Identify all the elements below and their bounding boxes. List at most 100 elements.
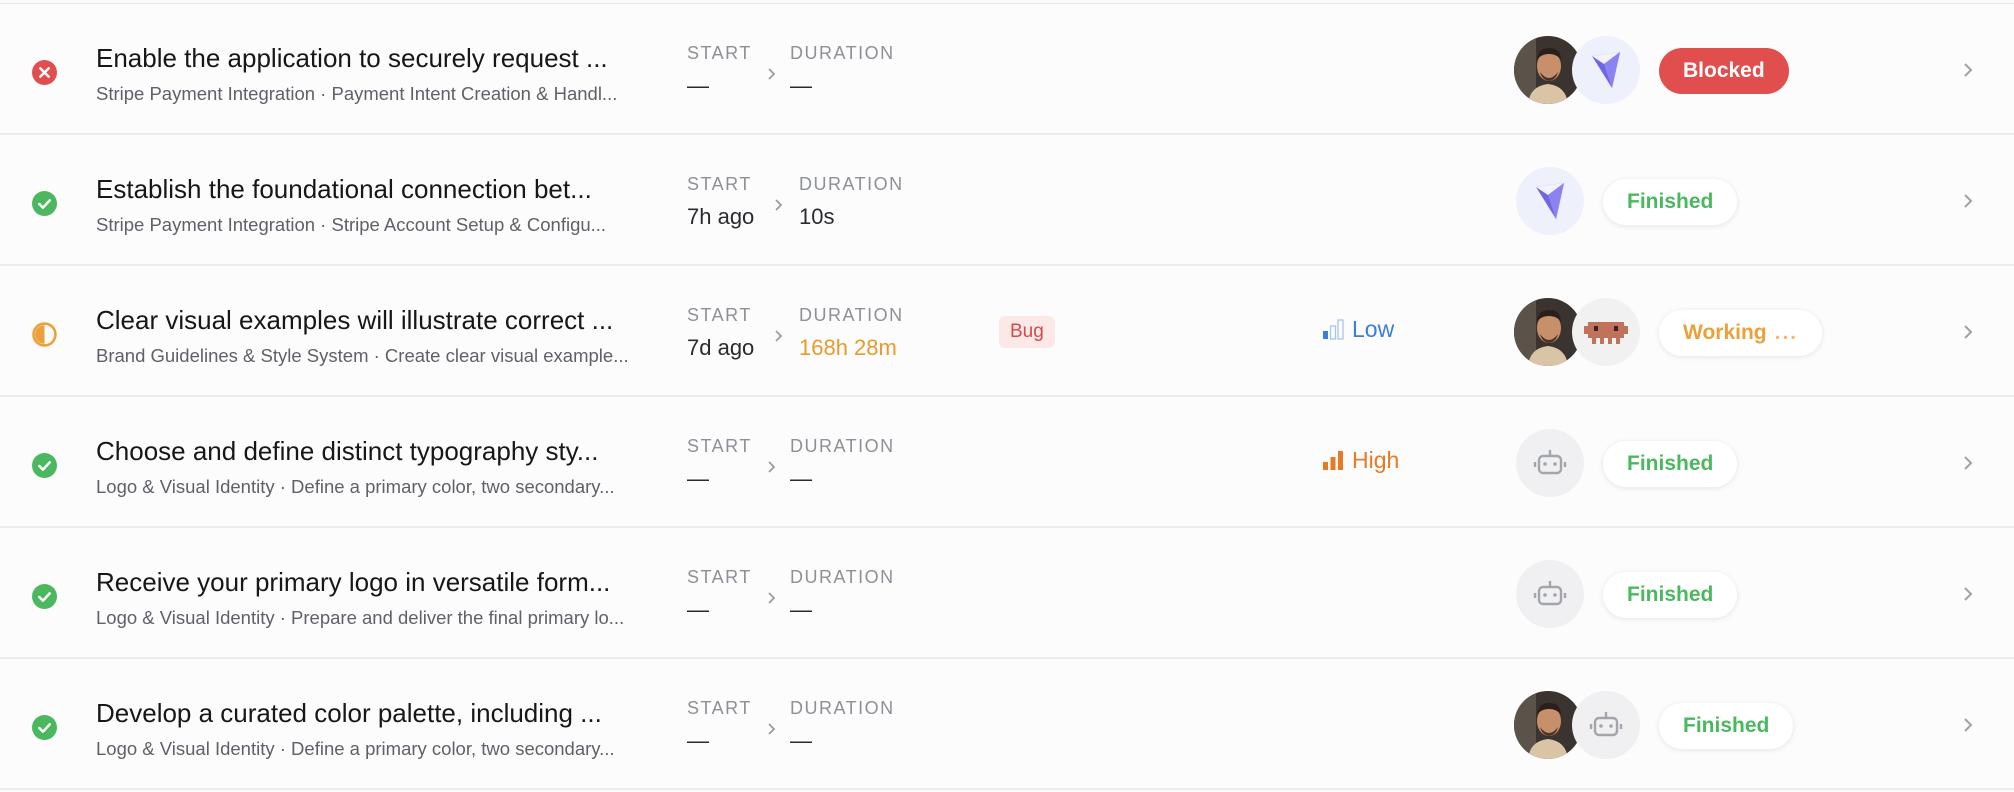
robot-icon[interactable] (1516, 560, 1584, 628)
bug-tag[interactable]: Bug (999, 316, 1055, 348)
task-subtitle: Logo & Visual Identity · Define a primar… (96, 738, 615, 759)
task-subtitle: Logo & Visual Identity · Prepare and del… (96, 607, 625, 628)
task-title[interactable]: Choose and define distinct typography st… (96, 435, 636, 467)
chevron-right-icon (768, 68, 776, 80)
error-x-icon (32, 60, 57, 85)
duration-field: DURATION — (790, 697, 895, 756)
duration-field: DURATION — (790, 42, 895, 101)
duration-value: — (790, 73, 812, 98)
status-badge-label: Working (1683, 321, 1767, 344)
start-label: START (687, 567, 752, 587)
chevron-right-icon[interactable] (1960, 452, 1976, 474)
start-field: START — (687, 697, 752, 756)
duration-label: DURATION (790, 698, 895, 718)
duration-value: — (790, 597, 812, 622)
priority-bars-high-icon (1323, 451, 1343, 470)
status-badge-label: Finished (1683, 714, 1770, 737)
robot-icon[interactable] (1572, 691, 1640, 759)
start-value: — (687, 73, 709, 98)
pixel-robot-icon[interactable] (1572, 298, 1640, 366)
status-badge-label: Finished (1627, 583, 1714, 606)
check-circle-icon (32, 715, 57, 740)
status-badge[interactable]: Finished (1603, 179, 1738, 225)
chevron-right-icon (775, 330, 783, 342)
start-field: START — (687, 435, 752, 494)
duration-value: 10s (799, 204, 835, 229)
robot-icon[interactable] (1516, 429, 1584, 497)
chevron-right-icon (768, 723, 776, 735)
start-label: START (687, 436, 752, 456)
start-label: START (687, 698, 752, 718)
priority-label: High (1352, 447, 1400, 473)
robot-glyph (1533, 581, 1567, 606)
cube-agent-glyph (1592, 52, 1620, 88)
duration-label: DURATION (790, 43, 895, 63)
chevron-right-icon[interactable] (1960, 583, 1976, 605)
duration-field: DURATION 168h 28m (799, 304, 904, 363)
check-circle-icon (32, 453, 57, 478)
task-row[interactable]: Develop a curated color palette, includi… (0, 659, 2014, 790)
priority-indicator[interactable]: High (1322, 446, 1399, 474)
task-subtitle: Logo & Visual Identity · Define a primar… (96, 476, 615, 497)
start-value: — (687, 597, 709, 622)
duration-value: — (790, 466, 812, 491)
cube-agent-icon[interactable] (1572, 36, 1640, 104)
robot-glyph (1589, 712, 1623, 737)
status-badge[interactable]: Working ... (1659, 310, 1823, 356)
start-field: START 7d ago (687, 304, 754, 363)
status-badge[interactable]: Finished (1659, 703, 1794, 749)
chevron-right-icon[interactable] (1960, 714, 1976, 736)
duration-value: — (790, 728, 812, 753)
status-badge[interactable]: Finished (1603, 572, 1738, 618)
task-list: Enable the application to securely reque… (0, 0, 2014, 790)
duration-label: DURATION (799, 305, 904, 325)
task-subtitle: Stripe Payment Integration · Payment Int… (96, 83, 618, 104)
priority-indicator[interactable]: Low (1322, 315, 1394, 343)
status-badge[interactable]: Finished (1603, 441, 1738, 487)
task-title[interactable]: Clear visual examples will illustrate co… (96, 304, 636, 336)
start-field: START — (687, 566, 752, 625)
task-row[interactable]: Enable the application to securely reque… (0, 4, 2014, 135)
chevron-right-icon (768, 461, 776, 473)
check-circle-icon (32, 584, 57, 609)
start-label: START (687, 305, 752, 325)
task-title[interactable]: Develop a curated color palette, includi… (96, 697, 636, 729)
task-title[interactable]: Establish the foundational connection be… (96, 173, 636, 205)
status-badge-label: Finished (1627, 190, 1714, 213)
working-dots: ... (1774, 321, 1799, 344)
start-value: 7h ago (687, 204, 755, 229)
start-label: START (687, 43, 752, 63)
chevron-right-icon[interactable] (1960, 59, 1976, 81)
start-value: — (687, 728, 709, 753)
task-subtitle: Stripe Payment Integration · Stripe Acco… (96, 214, 607, 235)
status-badge-label: Finished (1627, 452, 1714, 475)
duration-field: DURATION 10s (799, 173, 904, 232)
chevron-right-icon (768, 592, 776, 604)
pixel-robot-glyph (1584, 322, 1628, 344)
chevron-right-icon[interactable] (1960, 321, 1976, 343)
start-value: — (687, 466, 709, 491)
task-row[interactable]: Establish the foundational connection be… (0, 135, 2014, 266)
priority-bars-low-icon (1323, 319, 1344, 340)
priority-label: Low (1352, 316, 1395, 342)
status-badge[interactable]: Blocked (1659, 48, 1789, 94)
chevron-right-icon[interactable] (1960, 190, 1976, 212)
duration-label: DURATION (790, 436, 895, 456)
task-row[interactable]: Clear visual examples will illustrate co… (0, 266, 2014, 397)
task-row[interactable]: Receive your primary logo in versatile f… (0, 528, 2014, 659)
start-field: START — (687, 42, 752, 101)
status-badge-label: Blocked (1683, 59, 1765, 82)
robot-glyph (1533, 450, 1567, 475)
task-row[interactable]: Choose and define distinct typography st… (0, 397, 2014, 528)
task-subtitle: Brand Guidelines & Style System · Create… (96, 345, 629, 366)
duration-field: DURATION — (790, 435, 895, 494)
duration-field: DURATION — (790, 566, 895, 625)
task-title[interactable]: Enable the application to securely reque… (96, 42, 636, 74)
half-circle-icon (32, 322, 57, 347)
task-title[interactable]: Receive your primary logo in versatile f… (96, 566, 636, 598)
start-field: START 7h ago (687, 173, 754, 232)
check-circle-icon (32, 191, 57, 216)
cube-agent-icon[interactable] (1516, 167, 1584, 235)
start-value: 7d ago (687, 335, 755, 360)
chevron-right-icon (775, 199, 783, 211)
